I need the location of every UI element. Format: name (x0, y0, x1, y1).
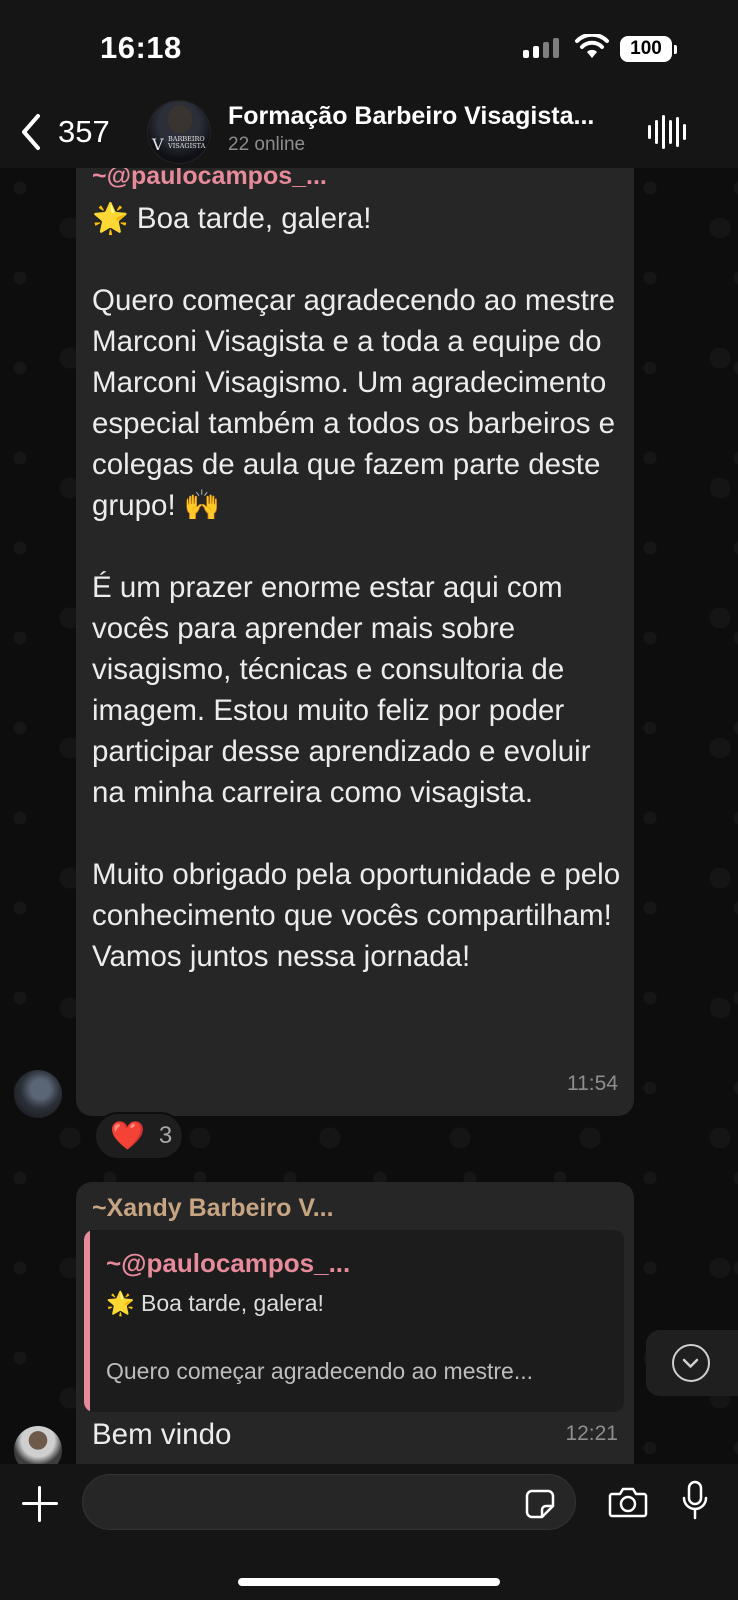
quoted-message[interactable]: ~@paulocampos_... 🌟 Boa tarde, galera! Q… (84, 1230, 624, 1412)
quote-sender: ~@paulocampos_... (106, 1248, 351, 1278)
plus-icon[interactable] (22, 1486, 58, 1522)
online-count: 22 online (228, 134, 306, 155)
status-time: 16:18 (100, 30, 182, 65)
voice-wave-icon[interactable] (648, 112, 686, 152)
battery-indicator: 100 (620, 36, 677, 62)
group-title[interactable]: Formação Barbeiro Visagista... (228, 102, 628, 131)
back-button[interactable]: 357 (18, 106, 110, 158)
message-sender[interactable]: ~@paulocampos_... (92, 168, 327, 191)
avatar-logo-text: BARBEIRO VISAGISTA (168, 135, 206, 150)
message-time: 12:21 (565, 1422, 618, 1445)
reaction-count: 3 (158, 1122, 173, 1149)
quote-accent-bar (84, 1230, 90, 1412)
back-chevron-icon (22, 114, 40, 150)
sender-avatar[interactable] (14, 1426, 62, 1464)
camera-icon[interactable] (608, 1486, 648, 1523)
reaction-badge[interactable]: ❤️ 3 (94, 1112, 184, 1160)
message-text: Bem vindo (92, 1418, 232, 1451)
status-bar: 16:18 100 (0, 0, 738, 96)
unread-count: 357 (58, 114, 110, 149)
signal-icon (523, 38, 559, 58)
message-composer (0, 1464, 738, 1600)
group-avatar[interactable]: V BARBEIRO VISAGISTA (147, 100, 211, 164)
wifi-icon (575, 32, 609, 65)
home-indicator (238, 1578, 500, 1586)
message-bubble[interactable]: ~Xandy Barbeiro V... ~@paulocampos_... 🌟… (76, 1182, 634, 1464)
message-bubble[interactable]: ~@paulocampos_... 🌟 Boa tarde, galera! Q… (76, 168, 634, 1116)
chevron-down-circle-icon (672, 1344, 710, 1382)
message-input[interactable] (82, 1474, 576, 1530)
microphone-icon[interactable] (680, 1480, 710, 1527)
chat-background: ~@paulocampos_... 🌟 Boa tarde, galera! Q… (0, 168, 738, 1464)
message-text: 🌟 Boa tarde, galera! Quero começar agrad… (92, 202, 621, 973)
scroll-to-bottom-button[interactable] (646, 1330, 738, 1396)
heart-reaction-icon: ❤️ (110, 1120, 145, 1151)
message-time: 11:54 (567, 1072, 618, 1095)
chat-header: 357 V BARBEIRO VISAGISTA Formação Barbei… (0, 96, 738, 168)
message-sender[interactable]: ~Xandy Barbeiro V... (92, 1194, 334, 1223)
sender-avatar[interactable] (14, 1070, 62, 1118)
quote-text-line: 🌟 Boa tarde, galera! (106, 1290, 324, 1316)
quote-text-line: Quero começar agradecendo ao mestre... (106, 1358, 534, 1384)
sticker-icon[interactable] (524, 1488, 556, 1525)
